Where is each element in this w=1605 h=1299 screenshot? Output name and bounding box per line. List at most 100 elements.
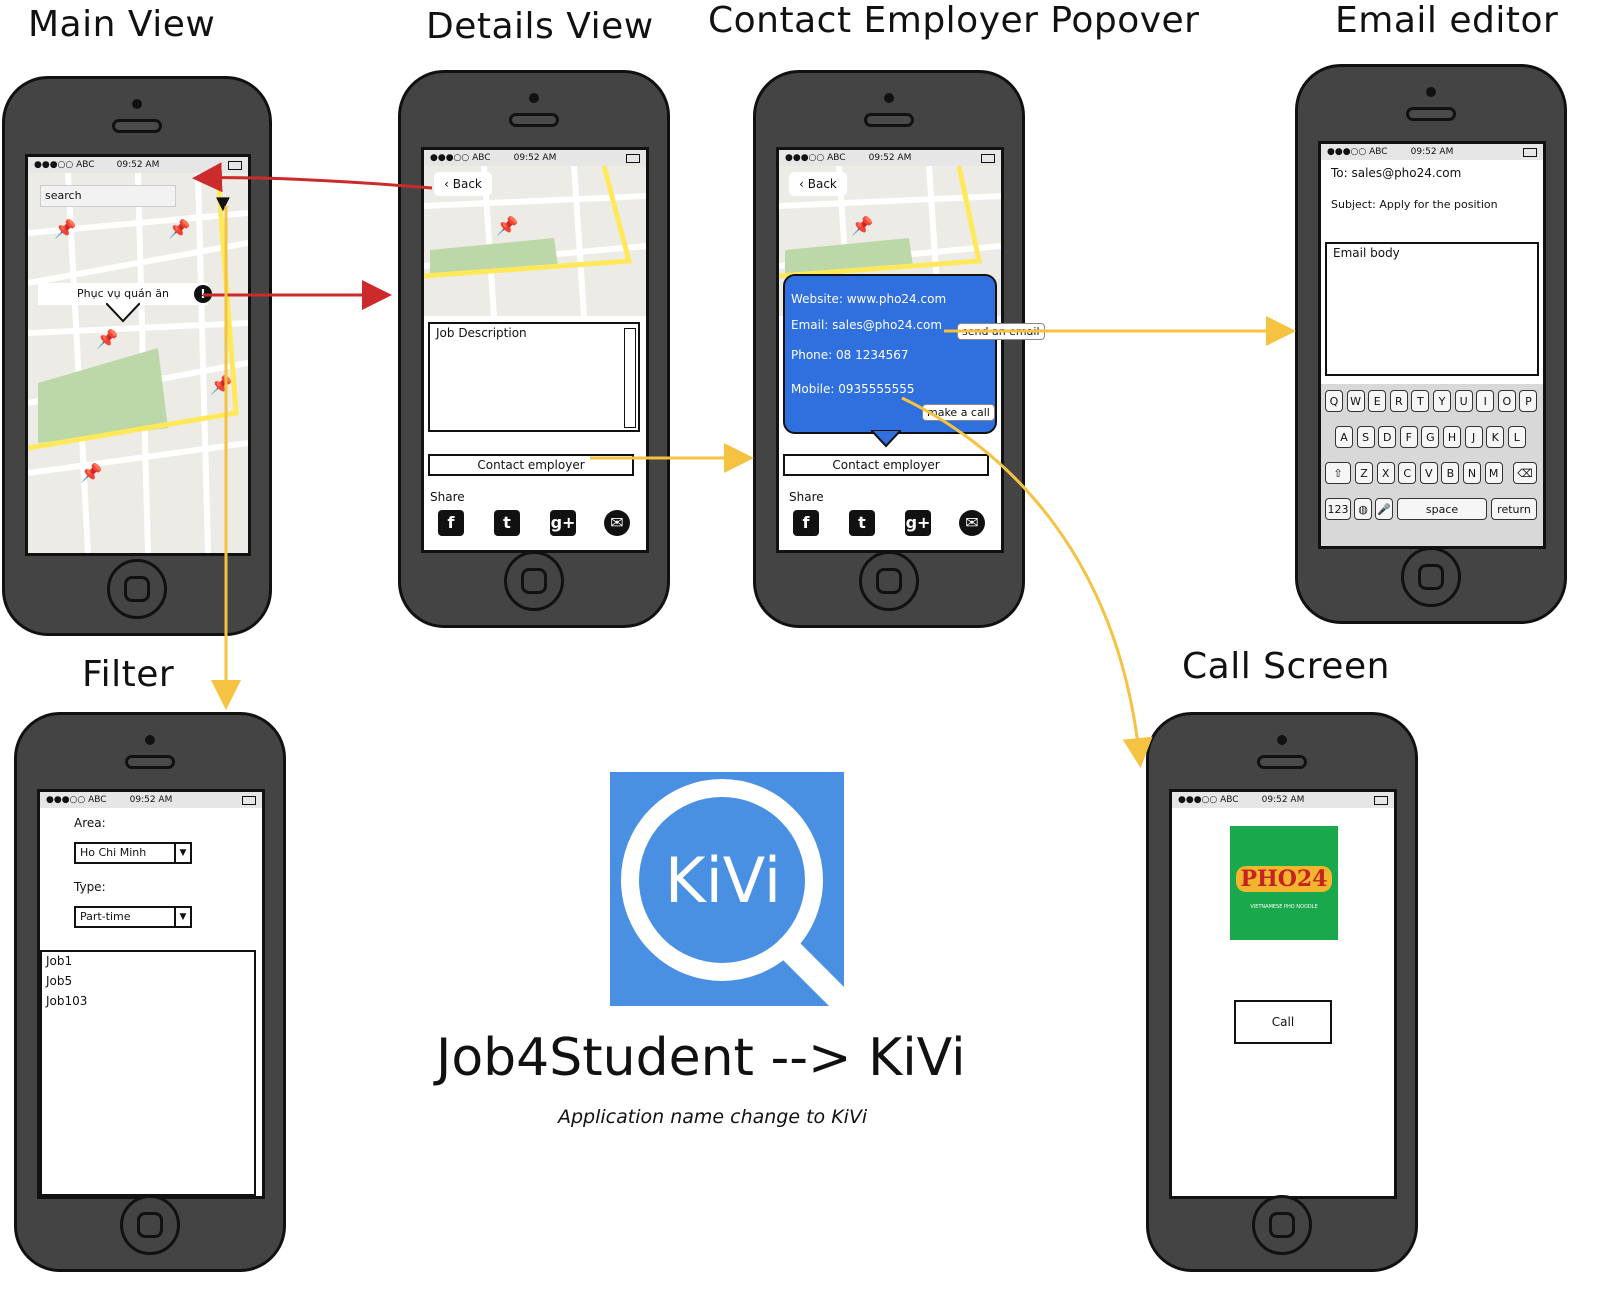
type-label: Type: [74, 880, 106, 894]
facebook-icon[interactable]: f [793, 510, 819, 536]
pin-icon[interactable]: 📌 [96, 331, 118, 349]
status-bar: ●●●○○ ABC 09:52 AM [1321, 144, 1543, 160]
key-a[interactable]: A [1335, 426, 1353, 448]
status-bar: ●●●○○ ABC 09:52 AM [28, 157, 248, 173]
battery-icon [1523, 148, 1537, 157]
space-key[interactable]: space [1397, 498, 1487, 520]
phone-main-view: ●●●○○ ABC 09:52 AM search ▼ 📌 📌 📌 📌 � [2, 76, 272, 636]
title-email-editor: Email editor [1335, 0, 1559, 41]
key-r[interactable]: R [1389, 390, 1408, 412]
wechat-icon[interactable]: ✉ [604, 510, 630, 536]
google-plus-icon[interactable]: g+ [905, 510, 931, 536]
home-button[interactable] [859, 551, 919, 611]
microphone-key-icon[interactable]: 🎤 [1375, 498, 1393, 520]
share-label: Share [430, 490, 465, 504]
chevron-left-icon: ‹ [444, 177, 453, 191]
key-s[interactable]: S [1356, 426, 1375, 448]
exclamation-icon[interactable]: ! [194, 285, 212, 303]
key-c[interactable]: C [1398, 462, 1417, 484]
wechat-icon[interactable]: ✉ [959, 510, 985, 536]
to-field[interactable]: To: sales@pho24.com [1331, 166, 1461, 180]
pin-icon[interactable]: 📌 [210, 377, 232, 395]
home-button[interactable] [504, 551, 564, 611]
contact-employer-button[interactable]: Contact employer [428, 454, 634, 476]
type-dropdown[interactable]: Part-time ▼ [74, 906, 192, 928]
make-call-callout: make a call [922, 404, 995, 421]
key-e[interactable]: E [1368, 390, 1387, 412]
list-item[interactable]: Job5 [46, 974, 72, 988]
website-line[interactable]: Website: www.pho24.com [791, 292, 946, 306]
job-description-box[interactable]: Job Description [428, 322, 640, 432]
phone-line[interactable]: Phone: 08 1234567 [791, 348, 909, 362]
key-b[interactable]: B [1441, 462, 1460, 484]
numbers-key[interactable]: 123 [1325, 498, 1351, 520]
email-body-field[interactable]: Email body [1325, 242, 1539, 376]
key-p[interactable]: P [1519, 390, 1538, 412]
battery-icon [242, 796, 256, 805]
funnel-icon[interactable]: ▼ [216, 193, 230, 214]
title-filter: Filter [82, 654, 175, 695]
key-l[interactable]: L [1507, 426, 1526, 448]
key-n[interactable]: N [1463, 462, 1481, 484]
details-map[interactable]: ‹ Back 📌 [424, 166, 646, 316]
filter-screen: ●●●○○ ABC 09:52 AM Area: Ho Chi Minh ▼ T… [37, 789, 265, 1199]
key-z[interactable]: Z [1355, 462, 1373, 484]
map[interactable]: search ▼ 📌 📌 📌 📌 📌 Phục vụ quán ăn ! [28, 173, 248, 553]
key-g[interactable]: G [1421, 426, 1440, 448]
search-input[interactable]: search [40, 185, 176, 207]
shift-key-icon[interactable]: ⇧ [1325, 462, 1351, 484]
key-v[interactable]: V [1419, 462, 1438, 484]
key-m[interactable]: M [1484, 462, 1503, 484]
key-y[interactable]: Y [1433, 390, 1451, 412]
popover-screen: ●●●○○ ABC 09:52 AM ‹ Back 📌 Website: www… [776, 147, 1004, 553]
scrollbar[interactable] [624, 328, 636, 428]
pin-icon[interactable]: 📌 [54, 221, 76, 239]
key-d[interactable]: D [1378, 426, 1397, 448]
camera [884, 93, 894, 103]
pin-icon[interactable]: 📌 [80, 465, 102, 483]
key-h[interactable]: H [1443, 426, 1461, 448]
key-x[interactable]: X [1376, 462, 1395, 484]
subject-field[interactable]: Subject: Apply for the position [1331, 198, 1498, 211]
twitter-icon[interactable]: t [494, 510, 520, 536]
job-list[interactable]: Job1 Job5 Job103 [40, 950, 256, 1196]
home-button[interactable] [1401, 547, 1461, 607]
home-button[interactable] [120, 1195, 180, 1255]
chevron-left-icon: ‹ [799, 177, 808, 191]
pin-icon[interactable]: 📌 [851, 218, 873, 236]
key-u[interactable]: U [1454, 390, 1473, 412]
pin-icon[interactable]: 📌 [168, 221, 190, 239]
key-k[interactable]: K [1486, 426, 1505, 448]
list-item[interactable]: Job1 [46, 954, 72, 968]
key-i[interactable]: I [1476, 390, 1495, 412]
call-button[interactable]: Call [1234, 1000, 1332, 1044]
key-f[interactable]: F [1399, 426, 1418, 448]
back-button[interactable]: ‹ Back [789, 172, 847, 196]
key-q[interactable]: Q [1325, 390, 1343, 412]
globe-key-icon[interactable]: ◍ [1354, 498, 1372, 520]
speaker [1406, 107, 1456, 121]
map-tooltip[interactable]: Phục vụ quán ăn ! [38, 283, 212, 305]
facebook-icon[interactable]: f [438, 510, 464, 536]
area-dropdown[interactable]: Ho Chi Minh ▼ [74, 842, 192, 864]
backspace-key-icon[interactable]: ⌫ [1513, 462, 1537, 484]
key-o[interactable]: O [1497, 390, 1516, 412]
title-call-screen: Call Screen [1182, 646, 1390, 687]
back-button[interactable]: ‹ Back [434, 172, 492, 196]
home-button[interactable] [107, 559, 167, 619]
twitter-icon[interactable]: t [849, 510, 875, 536]
google-plus-icon[interactable]: g+ [550, 510, 576, 536]
contact-employer-button[interactable]: Contact employer [783, 454, 989, 476]
mobile-line[interactable]: Mobile: 0935555555 [791, 382, 915, 396]
key-t[interactable]: T [1411, 390, 1430, 412]
camera [145, 735, 155, 745]
home-button[interactable] [1252, 1195, 1312, 1255]
email-line[interactable]: Email: sales@pho24.com [791, 318, 942, 332]
return-key[interactable]: return [1491, 498, 1537, 520]
key-j[interactable]: J [1464, 426, 1483, 448]
key-w[interactable]: W [1346, 390, 1365, 412]
title-popover: Contact Employer Popover [708, 0, 1200, 41]
list-item[interactable]: Job103 [46, 994, 87, 1008]
speaker [1257, 755, 1307, 769]
pin-icon[interactable]: 📌 [496, 218, 518, 236]
